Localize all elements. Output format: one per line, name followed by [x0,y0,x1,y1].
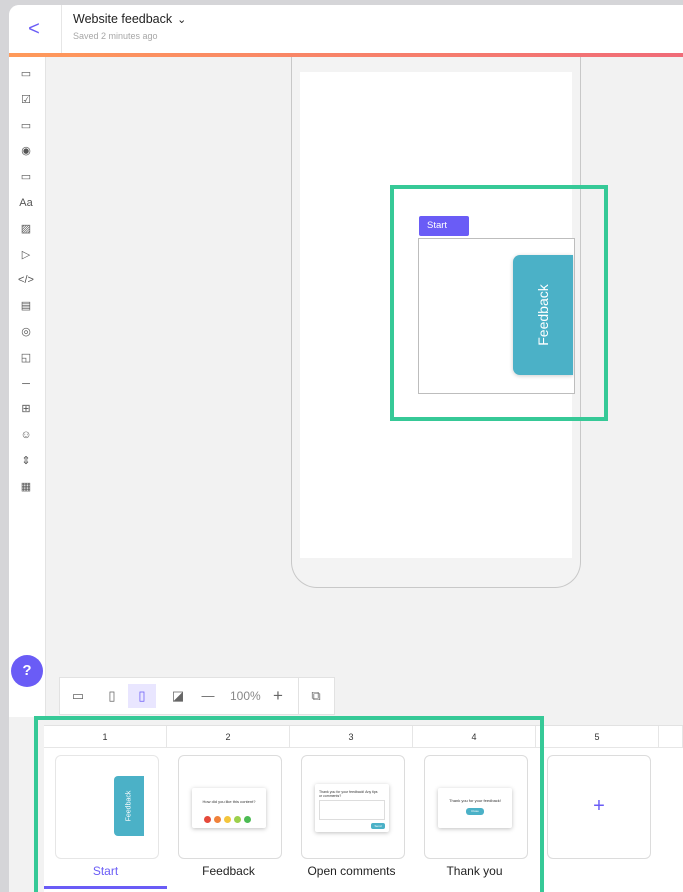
element-toolbar: ▭ ☑ ▭ ◉ ▭ Aa ▨ ▷ </> ▤ ◎ ◱ ─ ⊞ ☺ ⇕ ▦ [9,57,46,717]
page-number: 5 [536,726,659,748]
zoom-out-button[interactable]: — [196,684,220,708]
button-icon[interactable]: ▭ [17,168,35,186]
page-number-empty [659,726,683,748]
form-icon[interactable]: ▤ [17,297,35,315]
video-icon[interactable]: ▷ [17,246,35,264]
radio-icon[interactable]: ◉ [17,142,35,160]
desktop-icon[interactable]: ▭ [64,684,92,708]
divider-icon[interactable]: ─ [17,375,35,393]
social-icon[interactable]: ◎ [17,323,35,341]
tablet-icon[interactable]: ▯ [98,684,126,708]
header-divider [61,5,62,53]
device-switcher: ▭ ▯ ▯ ◪ — 100% + ⧉ [59,677,335,715]
header: < Website feedback ⌄ Saved 2 minutes ago [9,5,683,53]
shapes-icon[interactable]: ◱ [17,349,35,367]
device-bar-divider [298,678,299,714]
zoom-in-button[interactable]: + [266,684,290,708]
text-input-icon[interactable]: ▭ [17,65,35,83]
plus-icon: + [593,795,605,817]
checkbox-icon[interactable]: ☑ [17,91,35,109]
zoom-level: 100% [230,689,261,703]
countdown-icon[interactable]: ⊞ [17,400,35,418]
add-page-button[interactable]: + [547,755,651,859]
flow-icon[interactable]: ⧉ [302,684,330,708]
highlight-box-canvas [390,185,608,421]
save-status: Saved 2 minutes ago [73,31,158,41]
project-title[interactable]: Website feedback ⌄ [73,12,186,26]
back-button[interactable]: < [23,19,45,41]
project-title-text: Website feedback [73,12,173,26]
image-icon[interactable]: ▨ [17,220,35,238]
calendar-icon[interactable]: ▦ [17,478,35,496]
spinner-icon[interactable]: ⇕ [17,452,35,470]
emoji-icon[interactable]: ☺ [17,426,35,444]
help-button[interactable]: ? [11,655,43,687]
chevron-down-icon[interactable]: ⌄ [177,13,186,26]
highlight-box-pages [34,716,544,892]
fit-screen-icon[interactable]: ◪ [164,684,192,708]
mobile-icon[interactable]: ▯ [128,684,156,708]
editor-canvas: Start Feedback [46,57,683,717]
code-icon[interactable]: </> [17,271,35,289]
text-field-icon[interactable]: ▭ [17,117,35,135]
text-icon[interactable]: Aa [17,194,35,212]
app-window: < Website feedback ⌄ Saved 2 minutes ago … [9,5,683,892]
